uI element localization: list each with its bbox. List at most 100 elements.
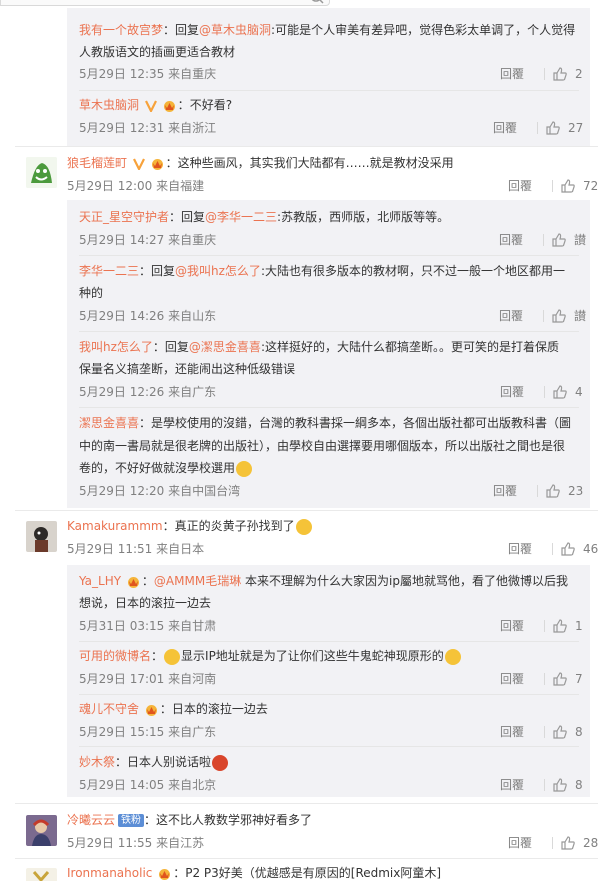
timestamp: 5月29日 11:51 来自日本 <box>67 542 205 556</box>
comment-body: ：这不比人教数学邪神好看多了 <box>144 813 313 827</box>
user-name[interactable]: 狼毛榴莲町 <box>67 156 127 170</box>
like-icon[interactable] <box>552 309 566 323</box>
reply-divider <box>79 746 579 747</box>
timestamp: 5月29日 12:26 来自广东 <box>79 385 217 399</box>
crying-emoji-icon <box>295 518 312 535</box>
action-bar: 回覆 27 <box>493 117 583 139</box>
minus-icon[interactable] <box>553 0 565 2</box>
reply-button[interactable]: 回覆 <box>508 832 532 854</box>
like-icon[interactable] <box>553 385 567 399</box>
reply-text-line2: 人教版语文的插画更适合教材 <box>79 41 235 63</box>
timestamp: 5月29日 15:15 来自广东 <box>79 725 217 739</box>
crown-badge-icon <box>159 868 171 880</box>
reply-text-line3: 卷的，不好好做就沒學校選用 <box>79 457 253 479</box>
reply-text-line2: 中的南一書局就是很老牌的出版社），由學校自由選擇要用哪個版本，所以出版社之間也是… <box>79 435 565 457</box>
expand-icon[interactable] <box>591 0 603 2</box>
reply-text: 我有一个故宫梦：回复@草木虫脑洞:可能是个人审美有差异吧，觉得色彩太单调了，个人… <box>79 19 575 41</box>
comment-body: ：这种些画风，其实我们大陆都有……就是教材没采用 <box>165 156 454 170</box>
reply-divider <box>79 407 579 408</box>
reply-text-line2: 种的 <box>79 282 103 304</box>
reply-prefix: ： <box>141 574 154 588</box>
avatar[interactable] <box>26 868 57 881</box>
user-name[interactable]: Ironmanaholic <box>67 866 152 880</box>
divider <box>544 386 546 398</box>
verified-v-icon <box>144 100 157 112</box>
user-name[interactable]: 我有一个故宫梦 <box>79 23 163 37</box>
user-name[interactable]: 我叫hz怎么了 <box>79 340 153 354</box>
reply-button[interactable]: 回覆 <box>500 668 524 690</box>
divider <box>537 122 539 134</box>
timestamp: 5月29日 17:01 来自河南 <box>79 672 217 686</box>
reply-button[interactable]: 回覆 <box>500 381 524 403</box>
like-icon[interactable] <box>561 542 575 556</box>
reply-prefix: ： <box>115 755 128 769</box>
reply-button[interactable]: 回覆 <box>500 721 524 743</box>
user-name[interactable]: 李华一二三 <box>79 264 139 278</box>
divider <box>543 234 545 246</box>
mention-link[interactable]: @李华一二三 <box>205 210 277 224</box>
like-icon[interactable] <box>553 672 567 686</box>
mention-link[interactable]: @草木虫脑洞 <box>199 23 271 37</box>
grin-emoji-icon <box>444 648 461 665</box>
comment-separator <box>15 803 598 804</box>
reply-text-line2: 保量名义搞垄断，还能闹出这种低级错误 <box>79 358 295 380</box>
reply-button[interactable]: 回覆 <box>508 538 532 560</box>
reply-button[interactable]: 回覆 <box>493 117 517 139</box>
reply-button[interactable]: 回覆 <box>508 175 532 197</box>
comment-text: 种的 <box>79 286 104 300</box>
like-icon[interactable] <box>546 484 560 498</box>
search-icon[interactable] <box>310 0 324 4</box>
user-name[interactable]: 天正_星空守护者 <box>79 210 169 224</box>
like-icon[interactable] <box>552 233 566 247</box>
reply-button[interactable]: 回覆 <box>500 63 524 85</box>
user-name[interactable]: 潔思金喜喜 <box>79 416 139 430</box>
like-icon[interactable] <box>546 121 560 135</box>
timestamp: 5月29日 12:31 来自浙江 <box>79 121 217 135</box>
comment-text: Ironmanaholic ：P2 P3好美（优越感是有原因的[Redmix阿童… <box>67 862 441 881</box>
user-name[interactable]: 魂儿不守舍 <box>79 702 139 716</box>
mention-link[interactable]: @我叫hz怎么了 <box>175 264 261 278</box>
action-bar: 回覆 2 <box>500 63 583 85</box>
divider <box>552 180 554 192</box>
reply-text: 草木虫脑洞 ：不好看? <box>79 94 232 116</box>
comment-separator <box>15 146 598 147</box>
reply-divider <box>79 331 579 332</box>
like-count: 28 <box>583 836 599 850</box>
like-count: 7 <box>575 672 583 686</box>
reply-button[interactable]: 回覆 <box>500 615 524 637</box>
user-name[interactable]: Ya_LHY <box>79 574 121 588</box>
like-count: 讃 <box>574 309 587 323</box>
comment-separator <box>15 858 598 859</box>
user-name[interactable]: 妙木祭 <box>79 755 115 769</box>
user-name[interactable]: Kamakurammm <box>67 519 163 533</box>
reply-button[interactable]: 回覆 <box>499 229 523 251</box>
like-icon[interactable] <box>553 67 567 81</box>
comment-text: 显示IP地址就是为了让你们这些牛鬼蛇神现原形的 <box>181 649 444 663</box>
avatar[interactable] <box>26 521 57 552</box>
mention-link[interactable]: @潔思金喜喜 <box>189 340 261 354</box>
comment-text: 是學校使用的沒錯，台灣的教科書採一綱多本，各個出版社都可出版教科書（圖 <box>151 416 572 430</box>
user-name[interactable]: 可用的微博名 <box>79 649 151 663</box>
divider <box>544 673 546 685</box>
comment-text: :苏教版，西师版，北师版等等。 <box>277 210 450 224</box>
comment-text: 本来不理解为什么大家因为ip屬地就骂他，看了他微博以后我 <box>241 574 568 588</box>
search-box[interactable] <box>0 0 330 6</box>
mention-link[interactable]: @AMMM毛瑞琳 <box>154 574 241 588</box>
user-name[interactable]: 冷曦云云 <box>67 813 115 827</box>
reply-button[interactable]: 回覆 <box>500 774 524 796</box>
user-name[interactable]: 草木虫脑洞 <box>79 98 139 112</box>
like-icon[interactable] <box>553 725 567 739</box>
avatar[interactable] <box>26 815 57 846</box>
avatar[interactable] <box>26 157 57 188</box>
like-count: 23 <box>568 484 584 498</box>
like-icon[interactable] <box>553 619 567 633</box>
comment-text: :这样挺好的，大陆什么都搞垄断。。更可笑的是打着保质 <box>260 340 559 354</box>
reply-button[interactable]: 回覆 <box>499 305 523 327</box>
reply-button[interactable]: 回覆 <box>493 480 517 502</box>
comment-text: 不好看? <box>189 98 233 112</box>
like-count: 1 <box>575 619 583 633</box>
like-icon[interactable] <box>561 179 575 193</box>
comment-text: 想说，日本的滚拉一边去 <box>79 596 212 610</box>
like-icon[interactable] <box>553 778 567 792</box>
like-icon[interactable] <box>561 836 575 850</box>
